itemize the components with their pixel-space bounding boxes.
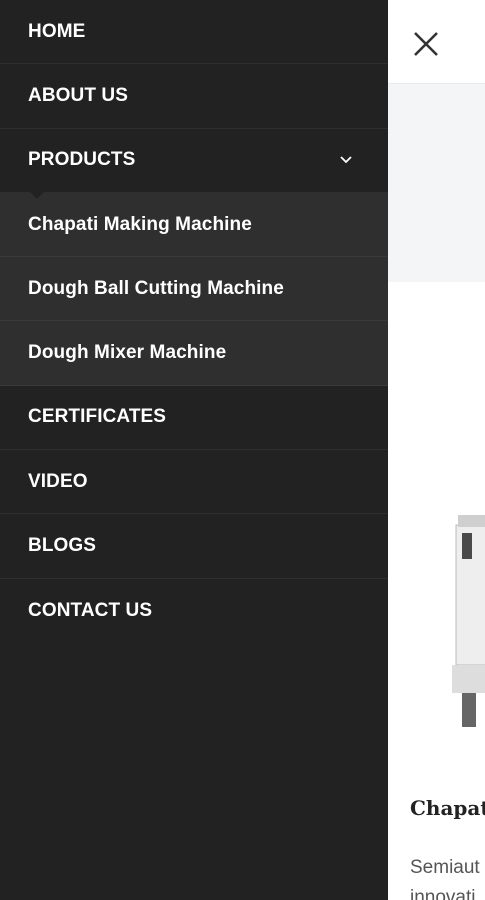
chevron-down-icon[interactable] <box>338 152 354 168</box>
nav-item-products[interactable]: PRODUCTS <box>0 129 388 199</box>
close-icon[interactable] <box>410 28 442 60</box>
nav-item-blogs[interactable]: BLOGS <box>0 514 388 579</box>
nav-item-label: CERTIFICATES <box>28 406 167 428</box>
submenu-item-chapati-making-machine[interactable]: Chapati Making Machine <box>0 192 388 258</box>
product-desc-line: Semiaut <box>410 857 480 878</box>
product-description: Semiaut innovati <box>410 853 480 900</box>
page-content: Chapat Semiaut innovati <box>388 0 485 900</box>
nav-item-label: HOME <box>28 20 86 42</box>
top-bar <box>388 0 485 84</box>
nav-item-label: VIDEO <box>28 470 88 492</box>
nav-item-certificates[interactable]: CERTIFICATES <box>0 386 388 451</box>
nav-item-home[interactable]: HOME <box>0 0 388 65</box>
submenu-item-label: Dough Mixer Machine <box>28 342 227 364</box>
nav-item-video[interactable]: VIDEO <box>0 450 388 515</box>
nav-item-label: PRODUCTS <box>28 149 136 171</box>
nav-item-label: BLOGS <box>28 535 97 557</box>
nav-item-about-us[interactable]: ABOUT US <box>0 64 388 129</box>
submenu-item-label: Chapati Making Machine <box>28 213 252 235</box>
submenu-item-dough-mixer-machine[interactable]: Dough Mixer Machine <box>0 321 388 386</box>
nav-item-label: CONTACT US <box>28 599 153 621</box>
nav-item-contact-us[interactable]: CONTACT US <box>0 579 388 643</box>
submenu-item-dough-ball-cutting-machine[interactable]: Dough Ball Cutting Machine <box>0 257 388 322</box>
hero-banner <box>388 84 485 282</box>
navigation-drawer: HOME ABOUT US PRODUCTS Chapati Making Ma… <box>0 0 388 900</box>
product-image[interactable] <box>418 455 485 745</box>
product-title[interactable]: Chapat <box>410 796 485 820</box>
product-desc-line: innovati <box>410 887 476 900</box>
submenu-pointer <box>30 191 44 199</box>
submenu-item-label: Dough Ball Cutting Machine <box>28 277 284 299</box>
nav-item-label: ABOUT US <box>28 84 129 106</box>
